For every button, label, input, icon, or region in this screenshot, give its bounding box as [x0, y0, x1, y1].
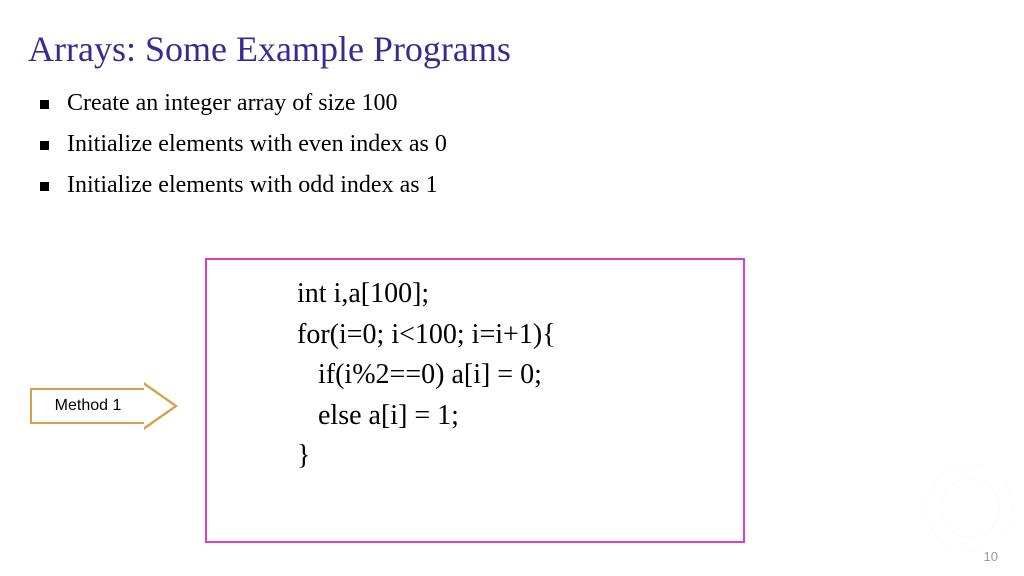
bullet-icon	[40, 182, 49, 191]
method-callout: Method 1	[30, 382, 180, 430]
list-item: Initialize elements with even index as 0	[40, 131, 1024, 158]
code-line: }	[297, 436, 725, 477]
bullet-text: Initialize elements with even index as 0	[67, 131, 447, 158]
callout-label: Method 1	[30, 388, 146, 424]
code-line: else a[i] = 1;	[297, 396, 725, 437]
bullet-text: Create an integer array of size 100	[67, 90, 398, 117]
arrow-right-icon	[144, 382, 178, 430]
bullet-text: Initialize elements with odd index as 1	[67, 172, 438, 199]
page-number: 10	[984, 549, 998, 564]
slide-title: Arrays: Some Example Programs	[0, 0, 1024, 70]
code-line: if(i%2==0) a[i] = 0;	[297, 355, 725, 396]
code-block: int i,a[100]; for(i=0; i<100; i=i+1){ if…	[205, 258, 745, 543]
bullet-icon	[40, 100, 49, 109]
code-line: int i,a[100];	[297, 274, 725, 315]
bullet-icon	[40, 141, 49, 150]
code-line: for(i=0; i<100; i=i+1){	[297, 315, 725, 356]
list-item: Initialize elements with odd index as 1	[40, 172, 1024, 199]
bullet-list: Create an integer array of size 100 Init…	[0, 70, 1024, 199]
institution-seal-icon	[926, 464, 1014, 552]
list-item: Create an integer array of size 100	[40, 90, 1024, 117]
